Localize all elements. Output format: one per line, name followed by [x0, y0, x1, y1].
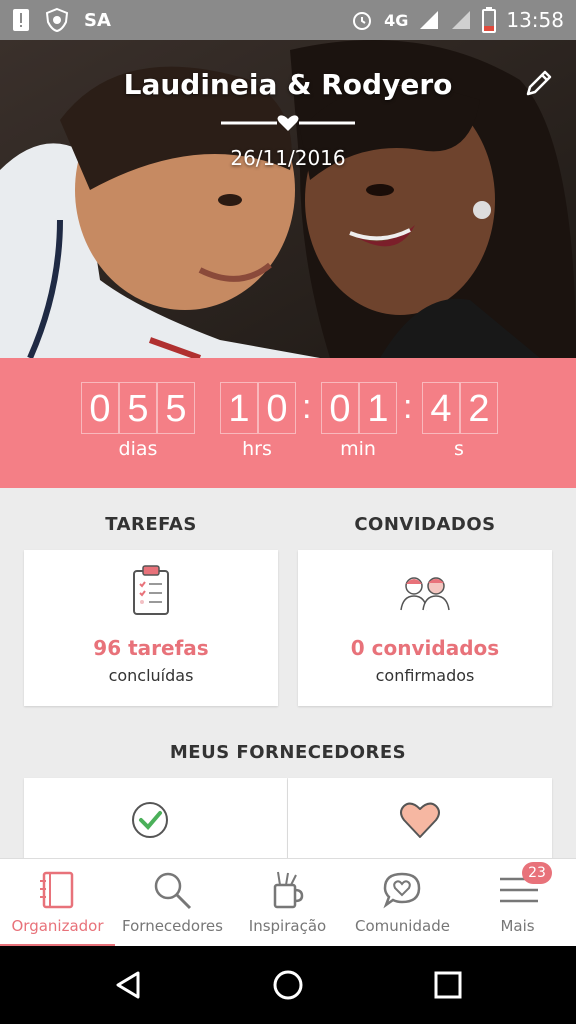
- days-unit: dias: [118, 438, 158, 460]
- nav-fornecedores[interactable]: Fornecedores: [115, 859, 230, 947]
- days-digit: 0: [81, 382, 119, 434]
- guests-count: 0 convidados: [350, 636, 500, 660]
- couple-names: Laudineia & Rodyero: [123, 68, 453, 101]
- chat-heart-icon: [383, 872, 421, 909]
- system-navigation-bar: [0, 946, 576, 1024]
- nav-label: Mais: [500, 917, 535, 935]
- check-circle-icon: [132, 802, 168, 838]
- minutes-digit: 0: [321, 382, 359, 434]
- nav-comunidade[interactable]: Comunidade: [345, 859, 460, 947]
- home-icon[interactable]: [272, 969, 304, 1001]
- seconds-unit: s: [454, 438, 464, 460]
- heart-divider: [221, 115, 355, 131]
- alert-icon: [13, 9, 29, 31]
- notebook-icon: [40, 871, 74, 909]
- alarm-icon: [353, 12, 372, 30]
- seconds-digit: 4: [422, 382, 460, 434]
- nav-mais[interactable]: 23 Mais: [460, 859, 575, 947]
- tasks-title: TAREFAS: [105, 514, 197, 535]
- guests-couple-icon: [400, 577, 450, 611]
- days-digit: 5: [119, 382, 157, 434]
- status-bar: SA 4G 13:58: [0, 0, 576, 40]
- shield-app-icon: [45, 7, 69, 33]
- heart-icon: [400, 802, 440, 838]
- couple-photo-header: Laudineia & Rodyero 26/11/2016: [0, 40, 576, 358]
- nav-organizador[interactable]: Organizador: [0, 859, 115, 947]
- nav-inspiracao[interactable]: Inspiração: [230, 859, 345, 947]
- seconds-digit: 2: [460, 382, 498, 434]
- clipboard-checklist-icon: [133, 565, 169, 615]
- colon-separator: :: [302, 388, 312, 426]
- tasks-card[interactable]: 96 tarefas concluídas: [24, 550, 278, 706]
- battery-icon: [482, 7, 497, 33]
- colon-separator: :: [403, 388, 413, 426]
- nav-label: Fornecedores: [122, 917, 223, 935]
- guests-card[interactable]: 0 convidados confirmados: [298, 550, 552, 706]
- pencil-cup-icon: [273, 871, 304, 909]
- minutes-unit: min: [340, 438, 376, 460]
- recents-icon[interactable]: [432, 969, 464, 1001]
- guests-title: CONVIDADOS: [354, 514, 496, 535]
- guests-sub: confirmados: [375, 666, 475, 685]
- back-icon[interactable]: [112, 969, 144, 1001]
- vendors-title: MEUS FORNECEDORES: [169, 742, 407, 763]
- minutes-digit: 1: [359, 382, 397, 434]
- countdown-timer: 0 5 5 dias 1 0 hrs : 0 1 min : 4 2 s: [0, 358, 576, 488]
- carrier-label: SA: [84, 9, 111, 31]
- notification-badge: 23: [522, 862, 552, 884]
- clock: 13:58: [506, 8, 564, 32]
- hours-digit: 0: [258, 382, 296, 434]
- nav-label: Comunidade: [355, 917, 450, 935]
- tasks-count: 96 tarefas: [93, 636, 209, 660]
- edit-pencil-icon[interactable]: [524, 68, 554, 98]
- vendors-favorites-card[interactable]: [288, 778, 552, 868]
- wedding-date: 26/11/2016: [230, 146, 346, 170]
- tasks-sub: concluídas: [108, 666, 194, 685]
- nav-label: Inspiração: [248, 917, 327, 935]
- nav-label: Organizador: [11, 917, 104, 935]
- signal-icon: [420, 11, 439, 29]
- signal-secondary-icon: [452, 11, 471, 29]
- bottom-navigation: Organizador Fornecedores Inspiração Comu…: [0, 858, 576, 947]
- days-digit: 5: [157, 382, 195, 434]
- network-type: 4G: [384, 10, 409, 30]
- hours-digit: 1: [220, 382, 258, 434]
- hours-unit: hrs: [242, 438, 272, 460]
- vendors-hired-card[interactable]: [24, 778, 287, 868]
- search-icon: [154, 872, 192, 910]
